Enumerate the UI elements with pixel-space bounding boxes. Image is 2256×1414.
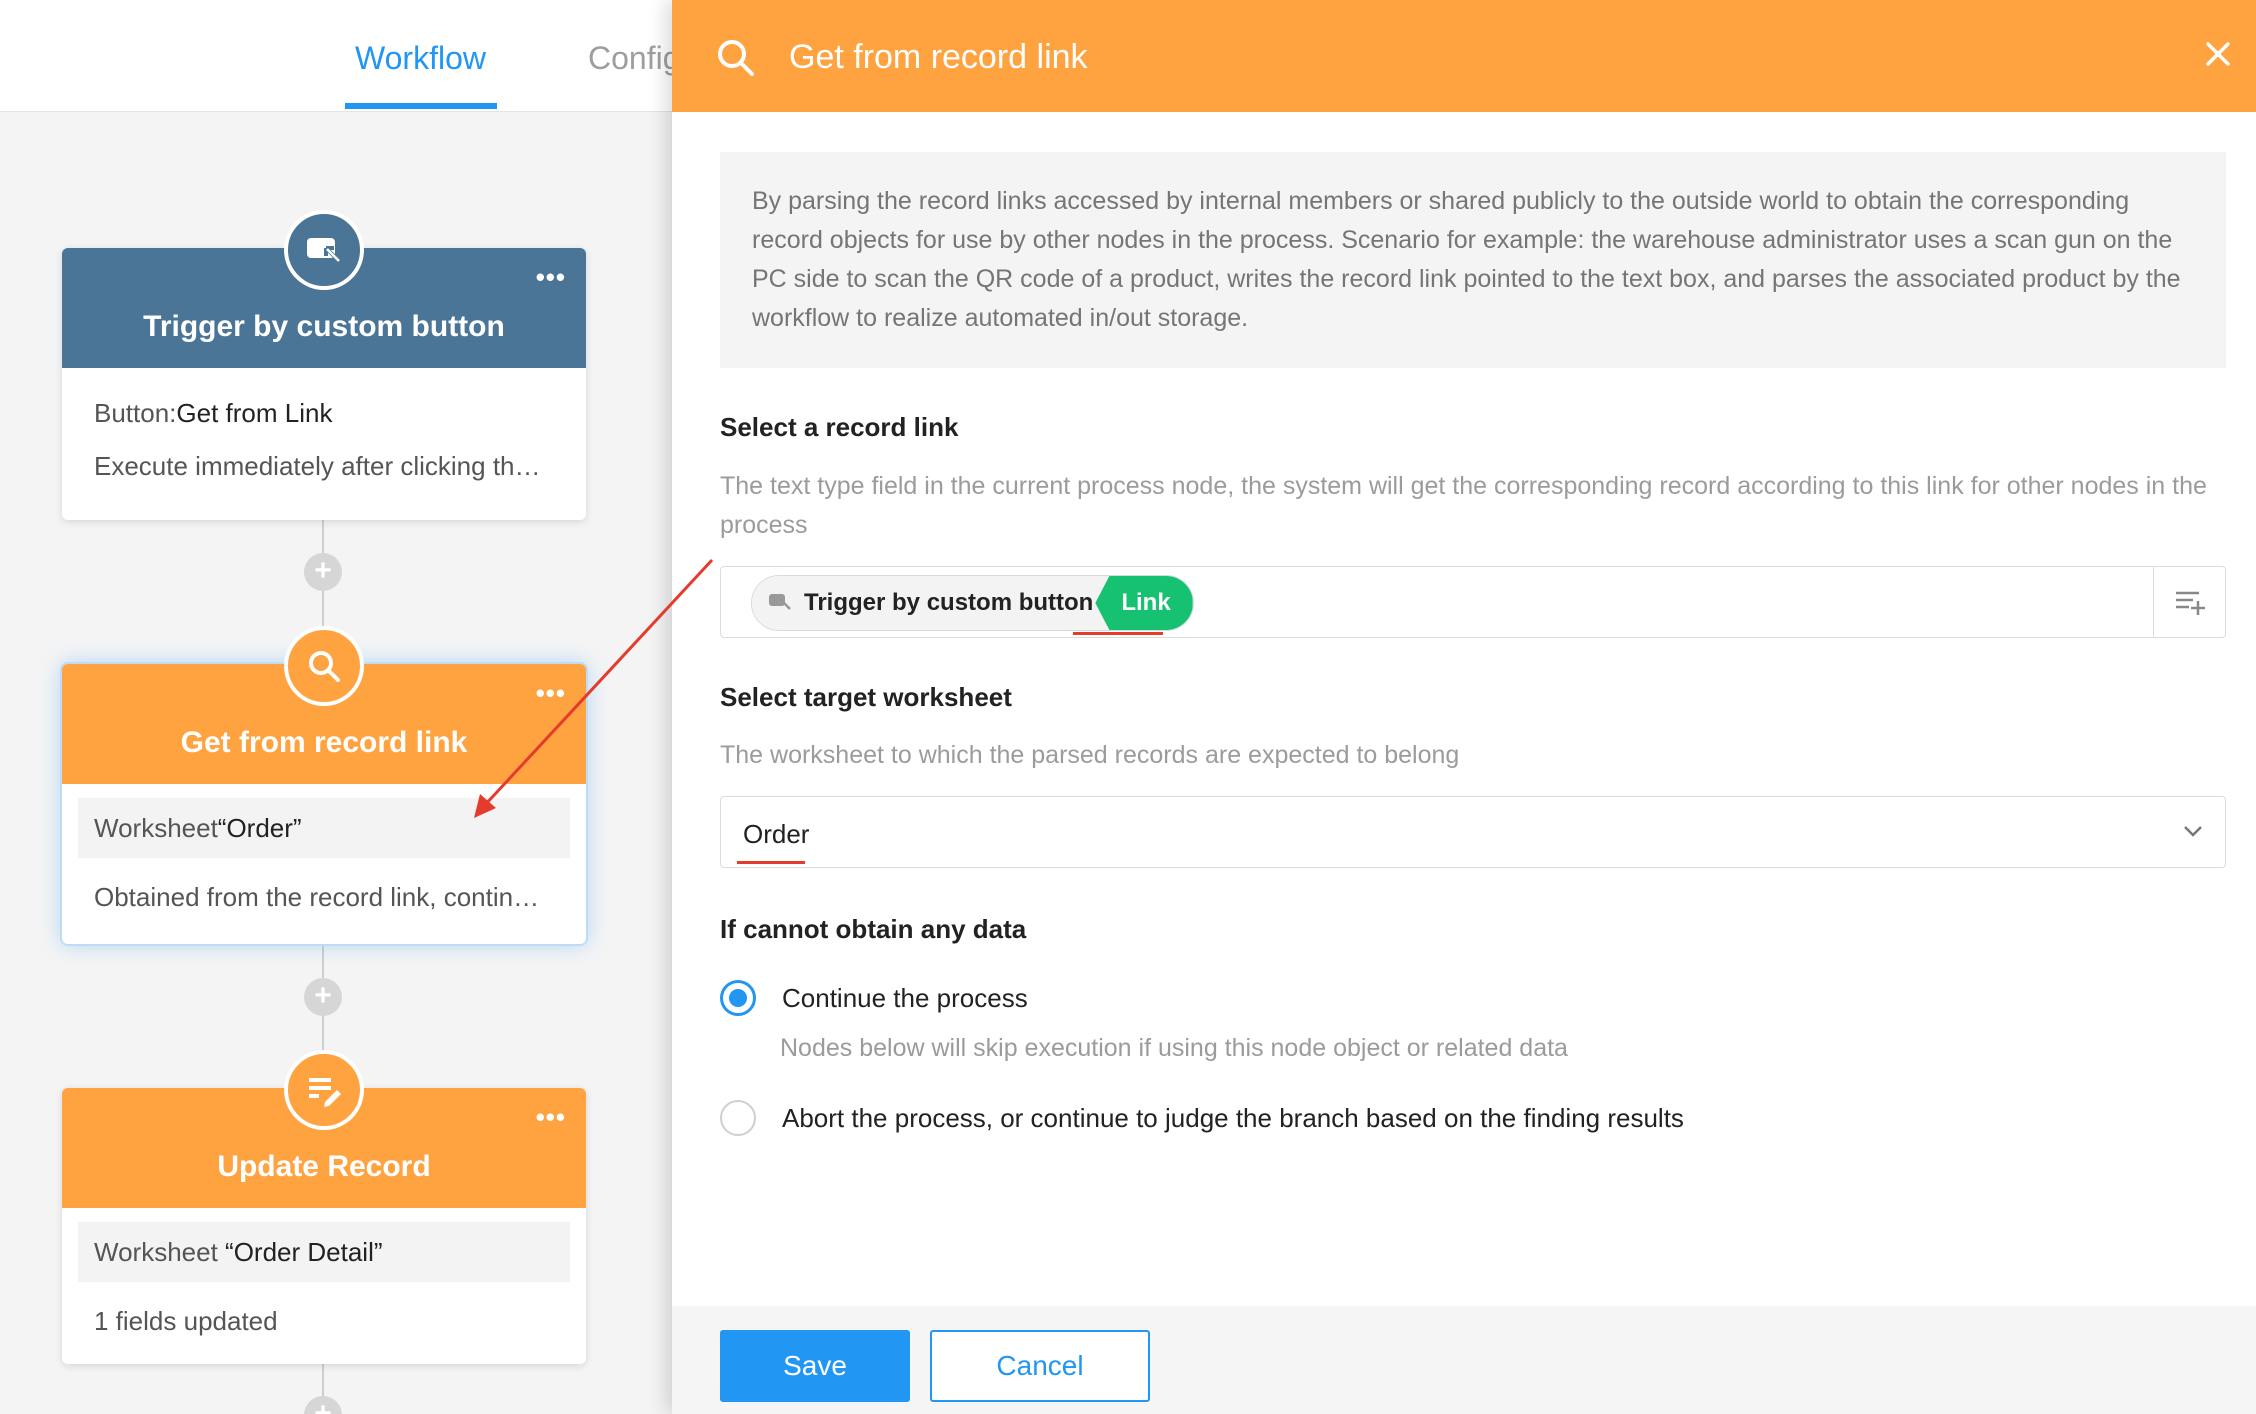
node-settings-panel: Get from record link By parsing the reco… xyxy=(672,0,2256,1414)
add-node-plus-icon[interactable]: + xyxy=(304,1396,342,1414)
chevron-down-icon xyxy=(2183,823,2203,844)
insert-field-icon[interactable] xyxy=(2153,567,2225,637)
workflow-canvas: + + + ••• Trigger by custom button Butto… xyxy=(0,112,672,1414)
node-title: Get from record link xyxy=(180,726,468,759)
radio-continue-process[interactable]: Continue the process xyxy=(720,980,1028,1016)
node-header: ••• Update Record xyxy=(62,1050,586,1208)
more-icon[interactable]: ••• xyxy=(536,678,566,709)
search-icon xyxy=(716,38,756,83)
radio-button[interactable] xyxy=(720,980,756,1016)
tag-field-name: Link xyxy=(1095,576,1193,630)
worksheet-hint: The worksheet to which the parsed record… xyxy=(720,741,1460,769)
radio-abort-process[interactable]: Abort the process, or continue to judge … xyxy=(720,1100,1684,1136)
custom-button-icon xyxy=(284,210,364,290)
worksheet-select[interactable]: Order xyxy=(720,796,2226,868)
record-link-field[interactable]: Trigger by custom button Link xyxy=(720,566,2226,638)
tag-node-part: Trigger by custom button xyxy=(752,576,1108,630)
node-detail-value: “Order” xyxy=(217,813,302,843)
worksheet-select-value: Order xyxy=(743,819,810,849)
panel-title: Get from record link xyxy=(789,38,1088,76)
node-header: ••• Get from record link xyxy=(62,626,586,784)
close-icon[interactable] xyxy=(2202,38,2234,75)
add-node-plus-icon[interactable]: + xyxy=(304,978,342,1016)
record-link-hint: The text type field in the current proce… xyxy=(720,472,2207,539)
node-description: By parsing the record links accessed by … xyxy=(720,152,2226,368)
radio-label: Abort the process, or continue to judge … xyxy=(782,1102,1684,1133)
save-button[interactable]: Save xyxy=(720,1330,910,1402)
panel-header: Get from record link xyxy=(672,0,2256,112)
tab-workflow[interactable]: Workflow xyxy=(355,40,486,77)
node-detail: Worksheet “Order Detail” xyxy=(78,1222,570,1282)
more-icon[interactable]: ••• xyxy=(536,262,566,293)
annotation-underline xyxy=(1073,632,1163,635)
node-detail-value: Get from Link xyxy=(176,398,333,428)
custom-button-icon xyxy=(768,589,792,617)
search-icon xyxy=(284,626,364,706)
node-summary: 1 fields updated xyxy=(94,1306,278,1336)
tab-config[interactable]: Config xyxy=(588,40,681,77)
record-link-title: Select a record link xyxy=(720,412,959,442)
panel-footer: Save Cancel xyxy=(672,1306,2256,1414)
radio-label: Continue the process xyxy=(782,982,1028,1013)
add-node-plus-icon[interactable]: + xyxy=(304,553,342,591)
node-detail-value: “Order Detail” xyxy=(225,1237,383,1267)
active-tab-indicator xyxy=(345,103,497,109)
node-summary: Execute immediately after clicking th… xyxy=(94,451,541,481)
more-icon[interactable]: ••• xyxy=(536,1102,566,1133)
node-detail-label: Worksheet xyxy=(94,813,218,843)
node-title: Trigger by custom button xyxy=(143,310,505,343)
worksheet-title: Select target worksheet xyxy=(720,682,1012,712)
radio-button[interactable] xyxy=(720,1100,756,1136)
node-detail-label: Worksheet xyxy=(94,1237,218,1267)
node-header: ••• Trigger by custom button xyxy=(62,210,586,368)
radio-hint: Nodes below will skip execution if using… xyxy=(780,1034,1568,1062)
tag-node-name: Trigger by custom button xyxy=(804,589,1094,616)
cancel-button[interactable]: Cancel xyxy=(930,1330,1150,1402)
field-tag[interactable]: Trigger by custom button Link xyxy=(751,575,1194,631)
node-title: Update Record xyxy=(217,1150,431,1183)
node-detail-label: Button: xyxy=(94,398,177,428)
no-data-title: If cannot obtain any data xyxy=(720,914,1027,944)
node-summary: Obtained from the record link, contin… xyxy=(94,882,540,912)
edit-list-icon xyxy=(284,1050,364,1130)
workflow-node-update-record[interactable]: ••• Update Record Worksheet “Order Detai… xyxy=(62,1050,586,1364)
workflow-node-get-record-link[interactable]: ••• Get from record link Worksheet“Order… xyxy=(62,626,586,944)
annotation-underline xyxy=(737,861,805,864)
node-detail: Button:Get from Link xyxy=(62,398,586,429)
node-detail: Worksheet“Order” xyxy=(78,798,570,858)
workflow-node-trigger[interactable]: ••• Trigger by custom button Button:Get … xyxy=(62,210,586,520)
